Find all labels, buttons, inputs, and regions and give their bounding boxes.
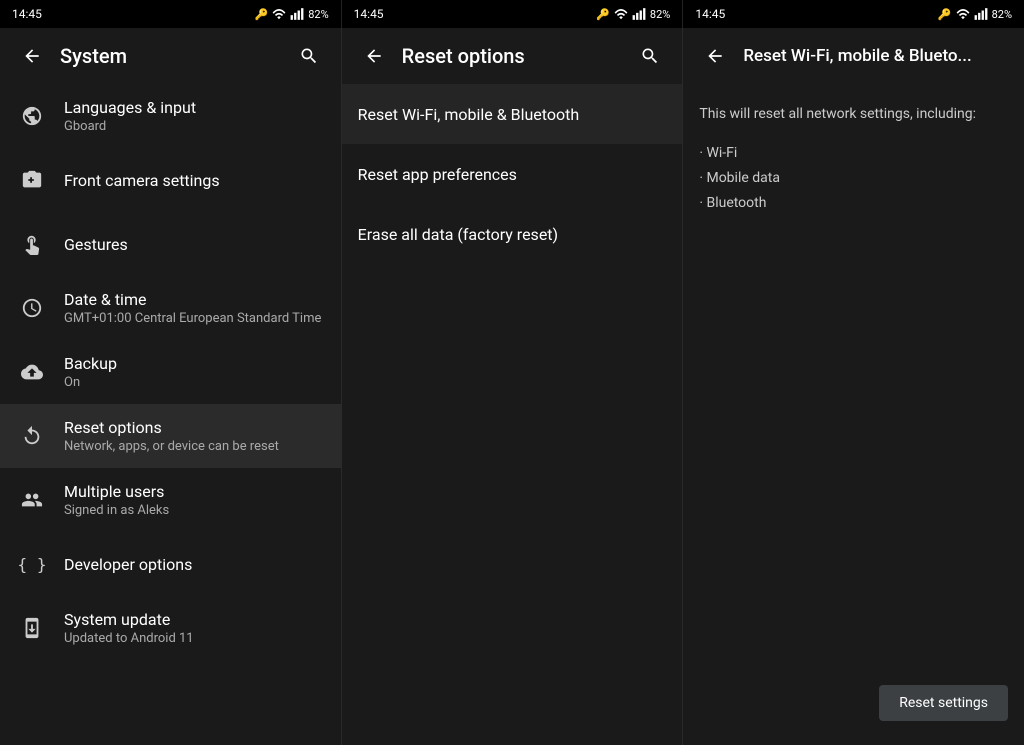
languages-text: Languages & input Gboard (64, 98, 325, 134)
reset-text: Reset options Network, apps, or device c… (64, 418, 325, 454)
time-3: 14:45 (695, 7, 725, 21)
languages-subtitle: Gboard (64, 119, 325, 134)
globe-icon (16, 100, 48, 132)
wifi-icon-3 (956, 8, 970, 20)
battery-2: 82% (650, 8, 670, 21)
reset-icon (16, 420, 48, 452)
erase-all-label: Erase all data (factory reset) (358, 225, 558, 244)
reset-subtitle: Network, apps, or device can be reset (64, 439, 325, 454)
sidebar-item-backup[interactable]: Backup On (0, 340, 341, 404)
reset-wifi-back-button[interactable] (699, 40, 731, 72)
status-icons-1: 🔑 82% (255, 8, 329, 21)
signal-icon-3 (974, 8, 988, 20)
update-title: System update (64, 610, 325, 629)
reset-options-list: Reset Wi-Fi, mobile & Bluetooth Reset ap… (342, 84, 683, 745)
reset-wifi-detail-panel: Reset Wi-Fi, mobile & Blueto... This wil… (683, 28, 1024, 745)
wifi-list-item-1: · Wi-Fi (699, 141, 1008, 166)
users-icon (16, 484, 48, 516)
update-icon (16, 612, 48, 644)
reset-wifi-list: · Wi-Fi · Mobile data · Bluetooth (699, 141, 1008, 217)
sidebar-item-reset[interactable]: Reset options Network, apps, or device c… (0, 404, 341, 468)
sidebar-item-developer[interactable]: { } Developer options (0, 532, 341, 596)
time-1: 14:45 (12, 7, 42, 21)
status-icons-3: 🔑 82% (938, 8, 1012, 21)
datetime-title: Date & time (64, 290, 325, 309)
gestures-text: Gestures (64, 235, 325, 254)
camera-title: Front camera settings (64, 171, 325, 190)
reset-options-back-button[interactable] (358, 40, 390, 72)
developer-icon: { } (16, 548, 48, 580)
status-segment-1: 14:45 🔑 82% (0, 0, 342, 28)
system-panel: System Languages & input Gboard (0, 28, 342, 745)
system-back-button[interactable] (16, 40, 48, 72)
reset-options-panel: Reset options Reset Wi-Fi, mobile & Blue… (342, 28, 684, 745)
sidebar-item-camera[interactable]: Front camera settings (0, 148, 341, 212)
signal-icon (290, 8, 304, 20)
reset-app-prefs-label: Reset app preferences (358, 165, 517, 184)
camera-text: Front camera settings (64, 171, 325, 190)
gestures-icon (16, 228, 48, 260)
reset-options-search-button[interactable] (634, 40, 666, 72)
status-segment-2: 14:45 🔑 82% (342, 0, 684, 28)
sidebar-item-users[interactable]: Multiple users Signed in as Aleks (0, 468, 341, 532)
backup-subtitle: On (64, 375, 325, 390)
system-header: System (0, 28, 341, 84)
status-icons-2: 🔑 82% (596, 8, 670, 21)
camera-icon (16, 164, 48, 196)
update-subtitle: Updated to Android 11 (64, 631, 325, 646)
reset-options-header: Reset options (342, 28, 683, 84)
backup-icon (16, 356, 48, 388)
backup-text: Backup On (64, 354, 325, 390)
system-search-button[interactable] (293, 40, 325, 72)
lock-icon: 🔑 (255, 8, 269, 21)
battery-3: 82% (992, 8, 1012, 21)
sidebar-item-update[interactable]: System update Updated to Android 11 (0, 596, 341, 660)
sidebar-item-languages[interactable]: Languages & input Gboard (0, 84, 341, 148)
wifi-list-item-3: · Bluetooth (699, 191, 1008, 216)
datetime-text: Date & time GMT+01:00 Central European S… (64, 290, 325, 326)
users-text: Multiple users Signed in as Aleks (64, 482, 325, 518)
reset-wifi-content: This will reset all network settings, in… (683, 84, 1024, 745)
status-segment-3: 14:45 🔑 82% (683, 0, 1024, 28)
reset-settings-button[interactable]: Reset settings (879, 685, 1008, 721)
reset-options-title: Reset options (402, 44, 623, 68)
reset-app-prefs-item[interactable]: Reset app preferences (342, 144, 683, 204)
lock-icon-3: 🔑 (938, 8, 952, 21)
developer-title: Developer options (64, 555, 325, 574)
backup-title: Backup (64, 354, 325, 373)
sidebar-item-datetime[interactable]: Date & time GMT+01:00 Central European S… (0, 276, 341, 340)
datetime-subtitle: GMT+01:00 Central European Standard Time (64, 311, 325, 326)
update-text: System update Updated to Android 11 (64, 610, 325, 646)
time-2: 14:45 (354, 7, 384, 21)
reset-wifi-header: Reset Wi-Fi, mobile & Blueto... (683, 28, 1024, 84)
wifi-icon (272, 8, 286, 20)
wifi-icon-2 (614, 8, 628, 20)
clock-icon (16, 292, 48, 324)
reset-wifi-title: Reset Wi-Fi, mobile & Blueto... (743, 46, 1008, 66)
sidebar-item-gestures[interactable]: Gestures (0, 212, 341, 276)
status-bar: 14:45 🔑 82% 14:45 🔑 82% 14:45 🔑 82% (0, 0, 1024, 28)
battery-1: 82% (308, 8, 328, 21)
reset-wifi-label: Reset Wi-Fi, mobile & Bluetooth (358, 105, 579, 124)
system-settings-list: Languages & input Gboard Front camera se… (0, 84, 341, 745)
panels-container: System Languages & input Gboard (0, 28, 1024, 745)
reset-wifi-description: This will reset all network settings, in… (699, 104, 1008, 125)
reset-wifi-item[interactable]: Reset Wi-Fi, mobile & Bluetooth (342, 84, 683, 144)
gestures-title: Gestures (64, 235, 325, 254)
wifi-list-item-2: · Mobile data (699, 166, 1008, 191)
users-title: Multiple users (64, 482, 325, 501)
languages-title: Languages & input (64, 98, 325, 117)
lock-icon-2: 🔑 (596, 8, 610, 21)
reset-title: Reset options (64, 418, 325, 437)
signal-icon-2 (632, 8, 646, 20)
users-subtitle: Signed in as Aleks (64, 503, 325, 518)
erase-all-item[interactable]: Erase all data (factory reset) (342, 204, 683, 264)
developer-text: Developer options (64, 555, 325, 574)
system-title: System (60, 44, 281, 68)
